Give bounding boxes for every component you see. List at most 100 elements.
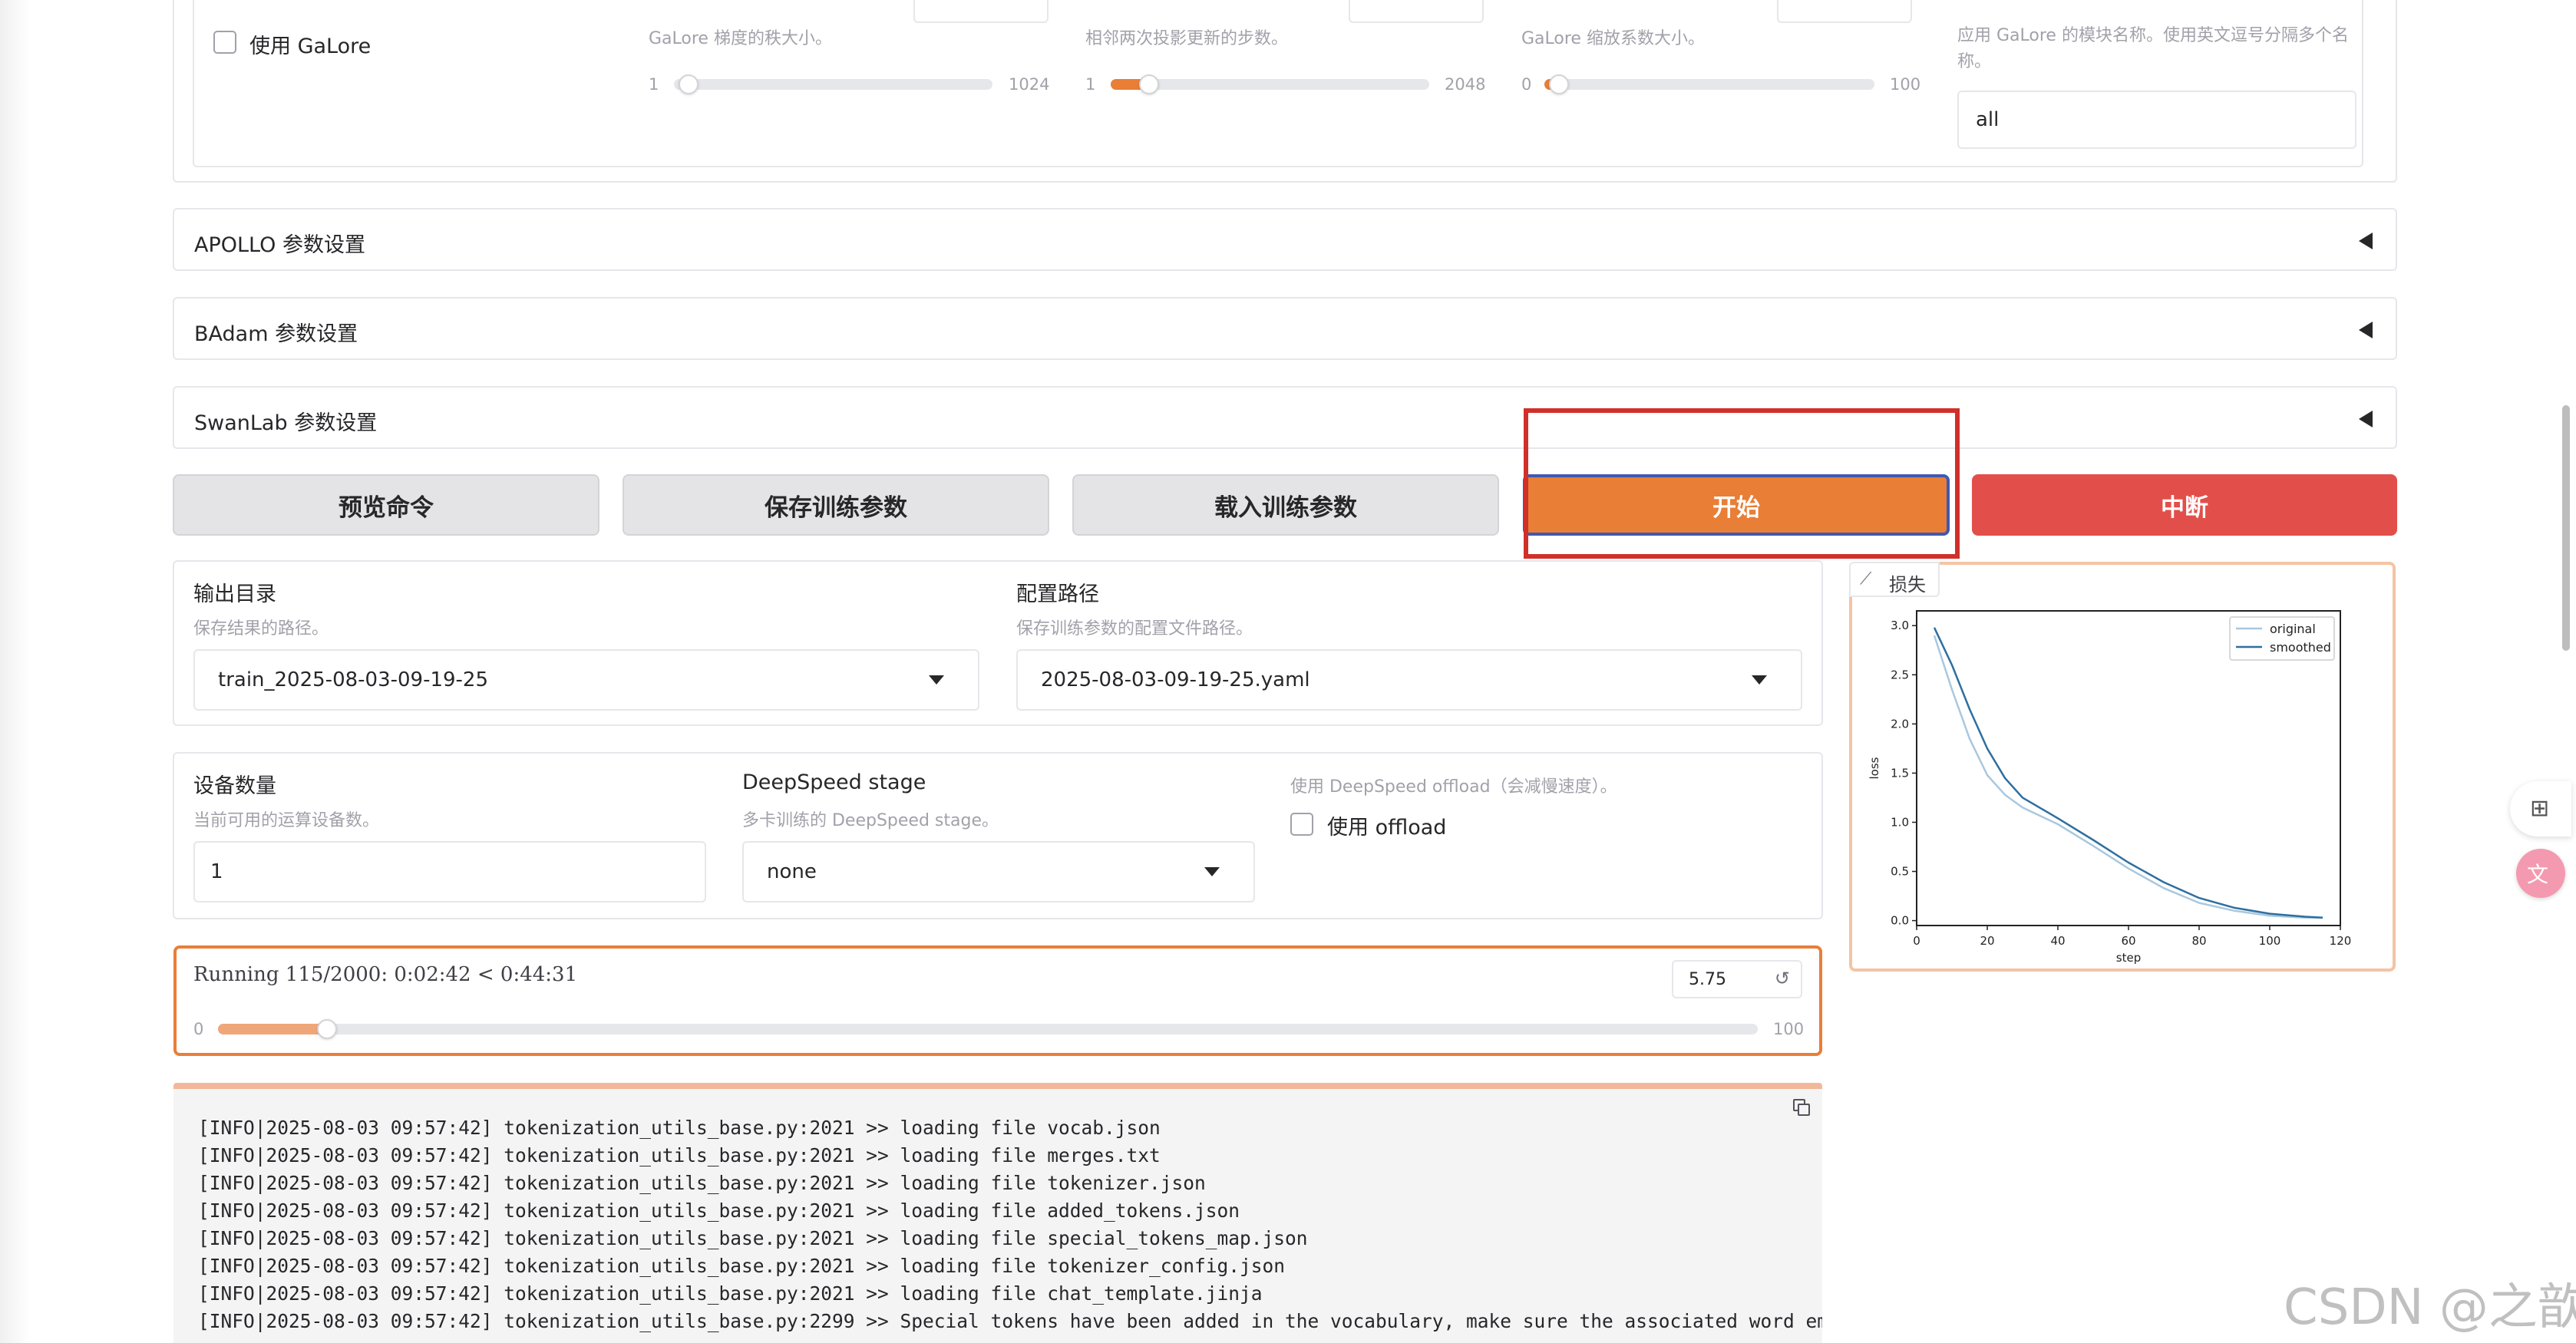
y-tick-label: 3.0: [1891, 619, 1909, 632]
loss-plot-title: 损失: [1889, 574, 1926, 596]
floating-grid-button[interactable]: ⊞: [2510, 781, 2571, 836]
galore-scale-number[interactable]: [1777, 0, 1912, 23]
galore-target-input[interactable]: all: [1957, 91, 2356, 149]
progress-min: 0: [193, 1020, 204, 1038]
x-tick-label: 0: [1913, 934, 1920, 948]
config-path-value: 2025-08-03-09-19-25.yaml: [1041, 668, 1310, 691]
galore-enable-checkbox[interactable]: [213, 31, 236, 54]
deepspeed-stage-info: 多卡训练的 DeepSpeed stage。: [742, 811, 999, 830]
log-line: [INFO|2025-08-03 09:57:42] tokenization_…: [198, 1227, 1308, 1249]
accordion-apollo-title: APOLLO 参数设置: [194, 233, 365, 257]
galore-rank-number[interactable]: [913, 0, 1049, 23]
dropdown-caret-icon: [1752, 675, 1767, 685]
legend-label-original: original: [2270, 622, 2316, 636]
log-line: [INFO|2025-08-03 09:57:42] tokenization_…: [198, 1117, 1161, 1139]
x-axis-label: step: [2116, 951, 2141, 965]
abort-button[interactable]: 中断: [1972, 474, 2397, 536]
accordion-swanlab-title: SwanLab 参数设置: [194, 411, 378, 435]
device-count-info: 当前可用的运算设备数。: [193, 811, 380, 830]
grid-icon: ⊞: [2530, 795, 2550, 822]
deepspeed-stage-label: DeepSpeed stage: [742, 770, 926, 794]
log-line: [INFO|2025-08-03 09:57:42] tokenization_…: [198, 1199, 1240, 1222]
preview-command-button[interactable]: 预览命令: [173, 474, 599, 536]
dropdown-caret-icon: [929, 675, 944, 685]
loss-plot-label-tag: ⟋ 损失: [1849, 562, 1940, 597]
galore-scale-min: 0: [1521, 75, 1532, 94]
x-tick-label: 60: [2121, 934, 2135, 948]
config-path-dropdown[interactable]: 2025-08-03-09-19-25.yaml: [1016, 649, 1802, 711]
progress-knob[interactable]: [317, 1019, 337, 1039]
device-count-label: 设备数量: [193, 774, 276, 798]
galore-update-info: 相邻两次投影更新的步数。: [1085, 29, 1289, 48]
accordion-badam[interactable]: BAdam 参数设置: [173, 297, 2397, 360]
galore-rank-max: 1024: [1009, 75, 1050, 94]
series-line-original: [1933, 635, 2323, 919]
y-ticks: 0.0 0.5 1.0 1.5 2.0 2.5 3.0: [1891, 619, 1917, 928]
page-scrollbar[interactable]: [2562, 405, 2570, 651]
progress-value: 5.75: [1689, 969, 1726, 989]
copy-icon[interactable]: [1793, 1099, 1810, 1116]
log-line: [INFO|2025-08-03 09:57:42] tokenization_…: [198, 1310, 1822, 1332]
y-tick-label: 2.0: [1891, 717, 1909, 731]
x-tick-label: 80: [2191, 934, 2206, 948]
progress-panel: [173, 945, 1822, 1056]
progress-value-input[interactable]: 5.75 ↺: [1672, 960, 1802, 998]
reset-icon[interactable]: ↺: [1775, 968, 1790, 989]
galore-scale-track[interactable]: [1544, 79, 1874, 90]
log-line: [INFO|2025-08-03 09:57:42] tokenization_…: [198, 1172, 1206, 1194]
offload-info: 使用 DeepSpeed offload（会减慢速度）。: [1290, 777, 1617, 797]
galore-scale-max: 100: [1890, 75, 1921, 94]
collapse-triangle-icon: [2359, 233, 2373, 249]
dropdown-caret-icon: [1204, 867, 1220, 876]
loss-chart: 0 20 40 60 80 100 120 0.0 0.5 1.0 1.5 2.0 2.5 3.0 st…: [1868, 610, 2351, 965]
galore-update-max: 2048: [1445, 75, 1486, 94]
galore-enable-label: 使用 GaLore: [249, 35, 372, 58]
page-left-edge: [0, 0, 31, 1343]
x-tick-label: 40: [2050, 934, 2065, 948]
galore-update-min: 1: [1085, 75, 1096, 94]
y-tick-label: 0.5: [1891, 865, 1909, 879]
translate-icon: 文: [2527, 862, 2549, 887]
y-tick-label: 1.5: [1891, 766, 1909, 780]
accordion-swanlab[interactable]: SwanLab 参数设置: [173, 386, 2397, 449]
log-line: [INFO|2025-08-03 09:57:42] tokenization_…: [198, 1255, 1286, 1277]
output-dir-label: 输出目录: [193, 582, 276, 606]
galore-rank-info: GaLore 梯度的秩大小。: [649, 29, 832, 48]
deepspeed-stage-value: none: [767, 860, 817, 883]
offload-checkbox[interactable]: [1290, 813, 1313, 836]
galore-update-number[interactable]: [1349, 0, 1484, 23]
floating-translate-button[interactable]: 文: [2516, 849, 2565, 898]
line-chart-icon: ⟋: [1860, 569, 1872, 589]
galore-scale-info: GaLore 缩放系数大小。: [1521, 29, 1705, 48]
galore-rank-min: 1: [649, 75, 659, 94]
load-args-button[interactable]: 载入训练参数: [1072, 474, 1499, 536]
highlight-annotation-box: [1524, 408, 1960, 559]
galore-scale-knob[interactable]: [1549, 74, 1569, 94]
output-dir-dropdown[interactable]: train_2025-08-03-09-19-25: [193, 649, 979, 711]
chart-legend: original smoothed: [2229, 616, 2335, 661]
progress-max: 100: [1773, 1020, 1805, 1038]
save-args-button[interactable]: 保存训练参数: [623, 474, 1049, 536]
galore-update-knob[interactable]: [1139, 74, 1159, 94]
collapse-triangle-icon: [2359, 322, 2373, 338]
deepspeed-stage-dropdown[interactable]: none: [742, 841, 1255, 902]
log-line: [INFO|2025-08-03 09:57:42] tokenization_…: [198, 1144, 1161, 1166]
galore-rank-knob[interactable]: [679, 74, 698, 94]
accordion-apollo[interactable]: APOLLO 参数设置: [173, 208, 2397, 271]
log-top-bar: [173, 1083, 1822, 1089]
progress-track[interactable]: [218, 1024, 1758, 1034]
series-line-smoothed: [1933, 627, 2323, 919]
config-path-label: 配置路径: [1016, 582, 1099, 606]
watermark: CSDN @之歆: [2284, 1279, 2576, 1336]
config-path-info: 保存训练参数的配置文件路径。: [1016, 619, 1253, 639]
galore-target-info: 应用 GaLore 的模块名称。使用英文逗号分隔多个名称。: [1957, 26, 2349, 71]
progress-fill: [218, 1024, 326, 1034]
accordion-badam-title: BAdam 参数设置: [194, 322, 358, 346]
progress-label: Running 115/2000: 0:02:42 < 0:44:31: [193, 963, 578, 986]
galore-rank-track[interactable]: [674, 79, 992, 90]
legend-label-smoothed: smoothed: [2270, 640, 2331, 655]
x-tick-label: 100: [2259, 934, 2281, 948]
series-lines: [1933, 627, 2323, 919]
device-count-input[interactable]: 1: [193, 841, 706, 902]
x-ticks: 0 20 40 60 80 100 120: [1913, 926, 2351, 948]
